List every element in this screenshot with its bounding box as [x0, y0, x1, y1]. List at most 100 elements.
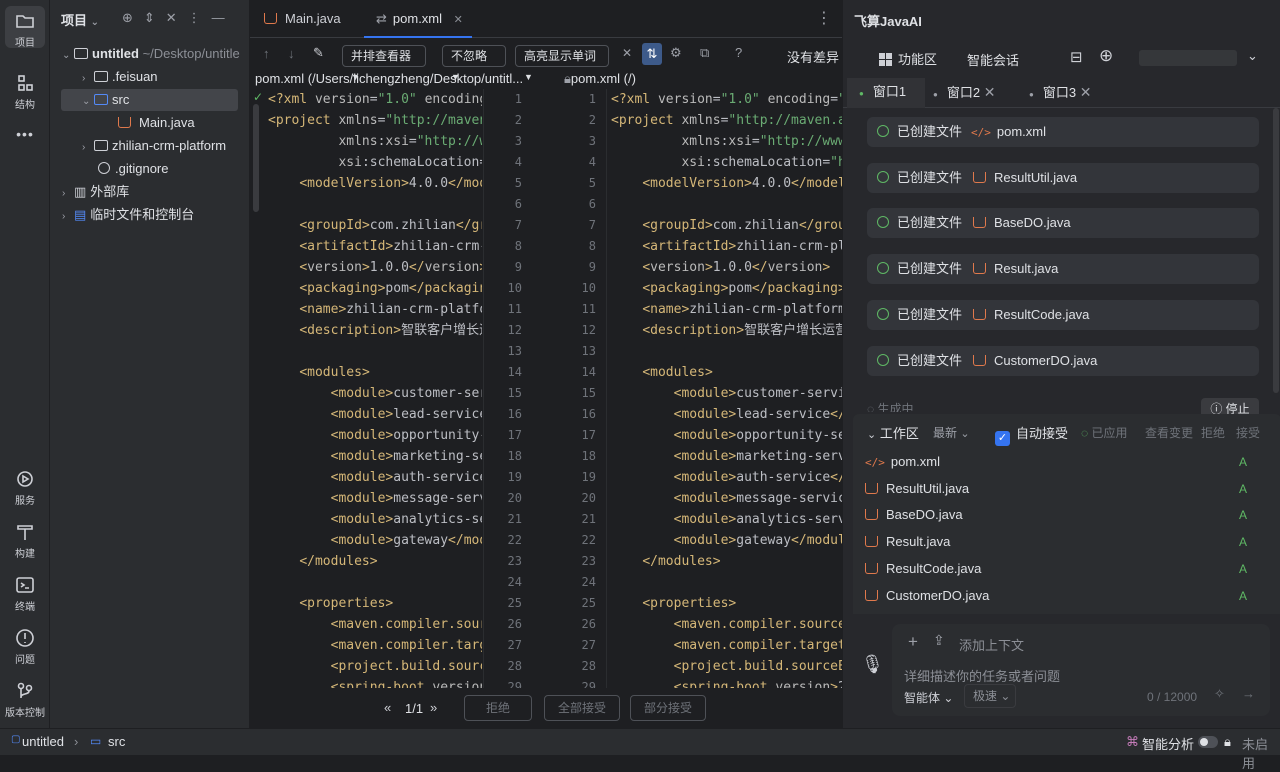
- workspace-file-row[interactable]: ResultUtil.java A: [865, 476, 1261, 502]
- reject-button[interactable]: 拒绝: [464, 695, 532, 721]
- tab-window-2[interactable]: ● 窗口2 ✕: [933, 78, 995, 109]
- java-file-icon: [118, 117, 131, 128]
- created-file-card[interactable]: 已创建文件 CustomerDO.java: [867, 345, 1259, 376]
- chevron-down-icon: ⌄: [90, 17, 100, 28]
- tree-item-untitled[interactable]: ⌄ untitled ~/Desktop/untitle: [50, 43, 250, 65]
- terminal-tool-button[interactable]: 终端: [0, 574, 50, 613]
- arrow-up-icon[interactable]: ↑: [263, 46, 270, 61]
- smart-chat-button[interactable]: 智能会话: [967, 50, 1019, 69]
- right-code-line: <?xml version="1.0" encoding="U: [611, 92, 842, 107]
- module-folder-icon: [74, 48, 88, 59]
- tree-item-external-libs[interactable]: › ▥ 外部库: [50, 181, 250, 203]
- plus-icon[interactable]: +: [908, 632, 918, 652]
- created-file-name: BaseDO.java: [994, 215, 1071, 231]
- workspace-file-row[interactable]: CustomerDO.java A: [865, 583, 1261, 609]
- tree-item-main-java[interactable]: Main.java: [50, 112, 250, 134]
- right-code-line: <module>gateway</module: [673, 533, 842, 548]
- diff-gutter: 1 1 2 2 3 3 4 4 5 5 6 6 7 7 8 8 9 9 10 10 11 11 12 12 13 13 14 14 15…: [483, 89, 607, 689]
- add-context-label[interactable]: 添加上下文: [959, 635, 1024, 654]
- speed-select[interactable]: 极速 ⌄: [964, 684, 1016, 708]
- tree-item-src[interactable]: ⌄ src: [61, 89, 238, 111]
- stop-button[interactable]: ⓘ 停止: [1201, 398, 1259, 414]
- close-tab-icon[interactable]: ✕: [454, 14, 463, 26]
- left-code-line: <module>analytics-ser: [330, 512, 482, 527]
- tree-item-gitignore[interactable]: .gitignore: [50, 158, 250, 180]
- tree-item-zhilian[interactable]: › zhilian-crm-platform: [50, 135, 250, 157]
- microphone-icon[interactable]: 🎙︎: [861, 654, 884, 675]
- edit-icon[interactable]: ✎: [313, 45, 324, 61]
- tab-window-1[interactable]: ● 窗口1: [847, 78, 925, 108]
- user-avatar-blurred[interactable]: [1139, 50, 1237, 66]
- smart-analysis-toggle[interactable]: [1198, 736, 1218, 748]
- right-code-line: <name>zhilian-crm-platform<: [642, 302, 842, 317]
- chat-scrollbar[interactable]: [1273, 108, 1279, 393]
- gear-icon[interactable]: ⚙: [670, 45, 682, 61]
- sync-scroll-icon[interactable]: ⇅: [642, 43, 662, 65]
- sort-select[interactable]: 最新 ⌄: [933, 424, 970, 441]
- tab-pom-xml[interactable]: ⇄ pom.xml ✕: [364, 0, 472, 38]
- workspace-file-row[interactable]: ResultCode.java A: [865, 556, 1261, 582]
- chat-input-box[interactable]: + ⇪ 添加上下文 详细描述你的任务或者问题 智能体 ⌄ 极速 ⌄ 0 / 12…: [892, 624, 1270, 716]
- right-code-pane[interactable]: <?xml version="1.0" encoding="U <project …: [611, 89, 842, 689]
- reject-all-button[interactable]: 拒绝: [1201, 424, 1225, 441]
- created-file-card[interactable]: 已创建文件 BaseDO.java: [867, 208, 1259, 239]
- tab-main-java[interactable]: Main.java: [264, 0, 341, 38]
- chevron-down-icon[interactable]: ⌄: [1247, 48, 1258, 64]
- close-icon[interactable]: ✕: [1080, 84, 1092, 100]
- created-file-card[interactable]: 已创建文件 Result.java: [867, 254, 1259, 285]
- more-tools-button[interactable]: •••: [0, 126, 50, 142]
- accept-all-button[interactable]: 接受: [1236, 424, 1276, 441]
- add-icon[interactable]: ⊕: [1099, 46, 1113, 66]
- scrollbar-thumb[interactable]: [253, 104, 259, 212]
- help-button[interactable]: ?: [735, 45, 742, 60]
- left-code-pane[interactable]: <?xml version="1.0" encoding= <project xm…: [268, 89, 482, 689]
- magic-wand-icon[interactable]: ✧: [1214, 686, 1225, 702]
- status-project[interactable]: untitled: [22, 734, 64, 749]
- merge-icon[interactable]: ⧉: [700, 45, 709, 61]
- ignore-select[interactable]: 不忽略 ▼: [442, 45, 506, 82]
- status-folder[interactable]: src: [108, 734, 125, 749]
- accept-all-button[interactable]: 全部接受: [544, 695, 620, 721]
- tabs-menu-button[interactable]: ⋮: [816, 0, 832, 38]
- tab-window-3[interactable]: ● 窗口3 ✕: [1029, 78, 1091, 109]
- vcs-tool-button[interactable]: 版本控制: [0, 680, 50, 719]
- new-window-icon[interactable]: ⊟: [1070, 48, 1083, 66]
- send-icon[interactable]: →: [1242, 686, 1255, 701]
- created-file-card[interactable]: 已创建文件 </> pom.xml: [867, 117, 1259, 147]
- highlight-select[interactable]: 高亮显示单词 ▼: [515, 45, 609, 82]
- project-tool-button[interactable]: 项目: [5, 6, 45, 49]
- close-icon[interactable]: ✕: [984, 84, 996, 100]
- created-file-card[interactable]: 已创建文件 ResultCode.java: [867, 299, 1259, 330]
- left-line-number: 21: [507, 512, 522, 526]
- agent-select[interactable]: 智能体 ⌄: [904, 689, 953, 706]
- right-line-number: 11: [581, 302, 596, 316]
- upload-icon[interactable]: ⇪: [933, 632, 945, 649]
- project-panel-actions[interactable]: ⊕⇕✕⋮—: [122, 10, 236, 26]
- problems-tool-button[interactable]: 问题: [0, 627, 50, 666]
- workspace-toggle[interactable]: ⌄ 工作区: [867, 423, 919, 442]
- collapse-icon[interactable]: ✕: [622, 46, 632, 60]
- prev-diff-icon[interactable]: «: [384, 700, 391, 715]
- workspace-file-row[interactable]: </> pom.xml A: [865, 449, 1261, 475]
- workspace-file-row[interactable]: BaseDO.java A: [865, 502, 1261, 528]
- tree-item-scratches[interactable]: › ▤ 临时文件和控制台: [50, 204, 250, 226]
- project-panel-title[interactable]: 项目 ⌄: [61, 10, 99, 29]
- structure-tool-button[interactable]: 结构: [0, 72, 50, 111]
- workspace-file-row[interactable]: Result.java A: [865, 529, 1261, 555]
- right-line-number: 3: [588, 134, 596, 148]
- task-input[interactable]: 详细描述你的任务或者问题: [904, 666, 1060, 685]
- arrow-down-icon[interactable]: ↓: [288, 46, 295, 61]
- left-line-number: 9: [514, 260, 522, 274]
- view-changes-button[interactable]: 查看变更: [1145, 424, 1193, 441]
- created-file-card[interactable]: 已创建文件 ResultUtil.java: [867, 162, 1259, 193]
- next-diff-icon[interactable]: »: [430, 700, 437, 715]
- accept-part-button[interactable]: 部分接受: [630, 695, 706, 721]
- viewer-select[interactable]: 并排查看器 ▼: [342, 45, 426, 82]
- func-area-button[interactable]: 功能区: [879, 49, 937, 68]
- java-file-icon: [973, 354, 987, 366]
- active-dot-icon: ●: [859, 89, 864, 98]
- build-tool-button[interactable]: 构建: [0, 521, 50, 560]
- services-tool-button[interactable]: 服务: [0, 468, 50, 507]
- auto-accept-checkbox[interactable]: ✓ 自动接受: [995, 423, 1068, 446]
- tree-item-feisuan[interactable]: › .feisuan: [50, 66, 250, 88]
